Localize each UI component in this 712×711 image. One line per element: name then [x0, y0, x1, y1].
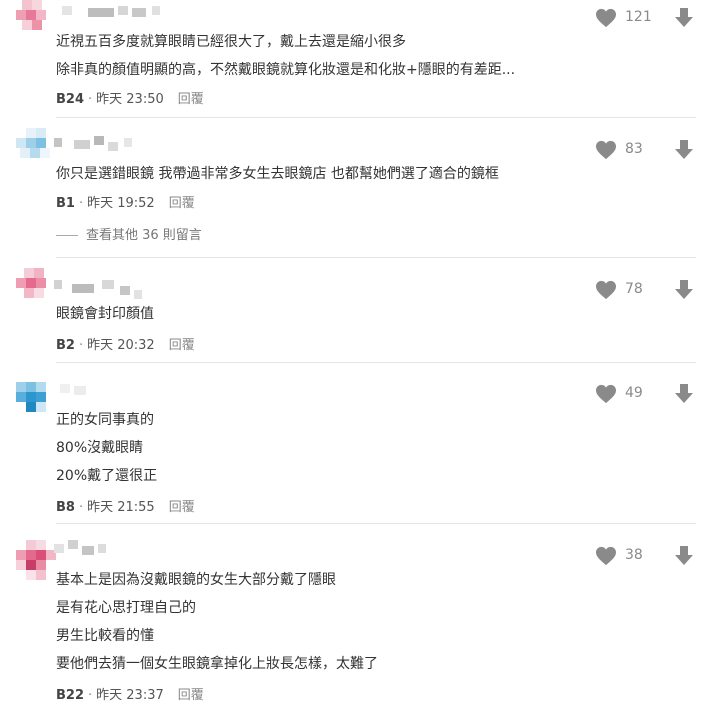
comment-b2: 78 眼鏡會封印顏值 B2 · 昨天 20:32 回覆: [0, 268, 712, 358]
avatar[interactable]: [16, 540, 56, 580]
comment-text-line: 你只是選錯眼鏡 我帶過非常多女生去眼鏡店 也都幫她們選了適合的鏡框: [56, 166, 499, 182]
divider: [56, 257, 696, 258]
comment-text-line: 要他們去猜一個女生眼鏡拿掉化上妝長怎樣，太難了: [56, 656, 378, 672]
like-count: 83: [625, 141, 643, 157]
heart-icon[interactable]: [595, 140, 617, 160]
avatar[interactable]: [16, 268, 50, 302]
like-count: 78: [625, 281, 643, 297]
heart-icon[interactable]: [595, 384, 617, 404]
comment-text-line: 眼鏡會封印顏值: [56, 306, 154, 322]
reply-button[interactable]: 回覆: [169, 196, 195, 211]
like-count: 121: [625, 9, 652, 25]
comment-time: 昨天 23:37: [96, 688, 164, 703]
view-more-replies-label: 查看其他 36 則留言: [86, 228, 202, 243]
like-count: 49: [625, 385, 643, 401]
arrow-down-icon[interactable]: [673, 544, 695, 566]
heart-icon[interactable]: [595, 546, 617, 566]
reply-button[interactable]: 回覆: [178, 92, 204, 107]
floor-number: B1: [56, 196, 75, 211]
heart-icon[interactable]: [595, 8, 617, 28]
reply-button[interactable]: 回覆: [169, 338, 195, 353]
comment-text-line: 20%戴了還很正: [56, 468, 158, 484]
comment-b24: 121 近視五百多度就算眼睛已經很大了，戴上去還是縮小很多 除非真的顏值明顯的高…: [0, 0, 712, 112]
reply-button[interactable]: 回覆: [169, 500, 195, 515]
comment-time: 昨天 20:32: [87, 338, 155, 353]
heart-icon[interactable]: [595, 280, 617, 300]
username-blurred: [54, 4, 164, 22]
floor-number: B22: [56, 688, 84, 703]
reply-button[interactable]: 回覆: [178, 688, 204, 703]
floor-number: B8: [56, 500, 75, 515]
avatar[interactable]: [16, 382, 50, 416]
comment-text-line: 是有花心思打理自己的: [56, 600, 196, 616]
comment-text-line: 男生比較看的懂: [56, 628, 154, 644]
view-more-replies[interactable]: 查看其他 36 則留言: [56, 224, 202, 243]
avatar[interactable]: [16, 128, 50, 162]
divider: [56, 362, 696, 363]
like-count: 38: [625, 547, 643, 563]
comment-text-line: 正的女同事真的: [56, 412, 154, 428]
avatar[interactable]: [16, 0, 50, 34]
username-blurred: [54, 540, 114, 558]
username-blurred: [54, 382, 94, 400]
username-blurred: [54, 278, 154, 299]
username-blurred: [54, 136, 144, 154]
floor-number: B2: [56, 338, 75, 353]
arrow-down-icon[interactable]: [673, 6, 695, 28]
arrow-down-icon[interactable]: [673, 138, 695, 160]
comment-time: 昨天 19:52: [87, 196, 155, 211]
arrow-down-icon[interactable]: [673, 382, 695, 404]
arrow-down-icon[interactable]: [673, 278, 695, 300]
divider: [56, 117, 696, 118]
floor-number: B24: [56, 92, 84, 107]
divider: [56, 523, 696, 524]
comment-text-line: 除非真的顏值明顯的高，不然戴眼鏡就算化妝還是和化妝+隱眼的有差距...: [56, 62, 516, 78]
comment-b22: 38 基本上是因為沒戴眼鏡的女生大部分戴了隱眼 是有花心思打理自己的 男生比較看…: [0, 534, 712, 710]
comment-b1: 83 你只是選錯眼鏡 我帶過非常多女生去眼鏡店 也都幫她們選了適合的鏡框 B1 ·…: [0, 128, 712, 248]
comment-b8: 49 正的女同事真的 80%沒戴眼睛 20%戴了還很正 B8 · 昨天 21:55 回…: [0, 376, 712, 516]
comment-time: 昨天 21:55: [87, 500, 155, 515]
comment-text-line: 近視五百多度就算眼睛已經很大了，戴上去還是縮小很多: [56, 34, 406, 50]
comment-time: 昨天 23:50: [96, 92, 164, 107]
comment-text-line: 80%沒戴眼睛: [56, 440, 144, 456]
comment-text-line: 基本上是因為沒戴眼鏡的女生大部分戴了隱眼: [56, 572, 336, 588]
